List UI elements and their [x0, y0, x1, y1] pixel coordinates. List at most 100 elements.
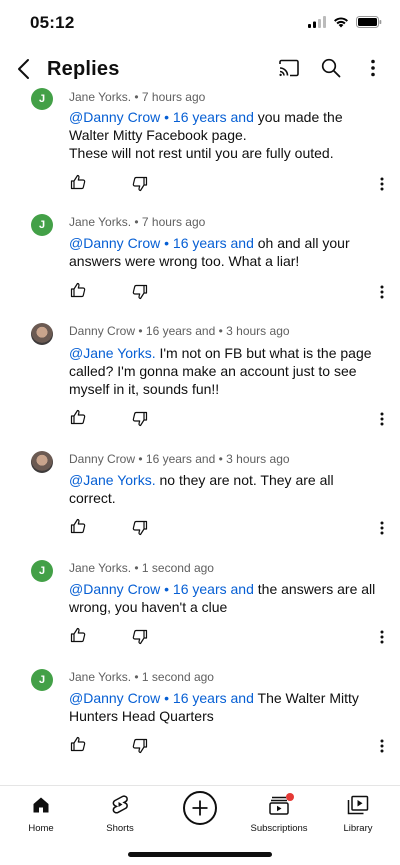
nav-shorts-label: Shorts	[106, 823, 134, 834]
mention-link[interactable]: @Danny Crow • 16 years and	[69, 109, 254, 125]
avatar[interactable]: J	[31, 88, 53, 110]
like-icon	[70, 518, 86, 534]
status-bar: 05:12	[0, 0, 400, 46]
comment-age: 7 hours ago	[141, 215, 206, 229]
dislike-icon	[132, 411, 148, 427]
more-vert-icon	[380, 630, 384, 644]
comment-meta: Jane Yorks. • 1 second ago	[69, 561, 214, 575]
comment-text: @Danny Crow • 16 years and oh and all yo…	[69, 235, 350, 269]
signal-icon	[308, 15, 326, 33]
more-vert-icon	[380, 177, 384, 191]
nav-subscriptions-label: Subscriptions	[250, 823, 308, 834]
avatar[interactable]: J	[31, 560, 53, 582]
comment-meta: Jane Yorks. • 7 hours ago	[69, 90, 206, 104]
avatar[interactable]	[31, 323, 53, 345]
comment-text: @Danny Crow • 16 years and you made the …	[69, 109, 343, 161]
dislike-icon	[132, 284, 148, 300]
replies-list: J Jane Yorks. • 7 hours ago @Danny Crow …	[0, 88, 400, 780]
comment-age: 7 hours ago	[141, 90, 206, 104]
mention-link[interactable]: @Jane Yorks.	[69, 345, 156, 361]
comment-author[interactable]: Jane Yorks.	[69, 215, 131, 229]
comment-author[interactable]: Danny Crow • 16 years and	[69, 452, 215, 466]
comment-text: @Danny Crow • 16 years and the answers a…	[69, 581, 376, 615]
comment-age: 3 hours ago	[226, 324, 290, 338]
cast-button[interactable]	[276, 55, 302, 81]
like-icon	[70, 174, 86, 190]
dislike-icon	[132, 629, 148, 645]
nav-home-label: Home	[28, 823, 54, 834]
mention-link[interactable]: @Danny Crow • 16 years and	[69, 581, 254, 597]
comment-author[interactable]: Jane Yorks.	[69, 90, 131, 104]
search-button[interactable]	[318, 55, 344, 81]
back-button[interactable]	[10, 55, 36, 83]
more-vert-icon	[380, 412, 384, 426]
avatar[interactable]: J	[31, 669, 53, 691]
more-vert-icon	[380, 521, 384, 535]
create-button[interactable]	[183, 791, 217, 825]
comment-author[interactable]: Jane Yorks.	[69, 561, 131, 575]
comment-more-button[interactable]	[375, 174, 389, 194]
dislike-button[interactable]	[130, 518, 150, 538]
dislike-icon	[132, 176, 148, 192]
comment-more-button[interactable]	[375, 282, 389, 302]
dislike-button[interactable]	[130, 282, 150, 302]
comment-meta: Danny Crow • 16 years and • 3 hours ago	[69, 324, 290, 338]
more-vert-icon	[380, 285, 384, 299]
mention-link[interactable]: @Jane Yorks.	[69, 472, 156, 488]
more-options-button[interactable]	[360, 55, 386, 81]
mention-link[interactable]: @Danny Crow • 16 years and	[69, 235, 254, 251]
dislike-button[interactable]	[130, 174, 150, 194]
battery-icon	[356, 15, 382, 33]
comment-age: 1 second ago	[141, 561, 214, 575]
subscriptions-icon	[267, 792, 294, 818]
avatar[interactable]	[31, 451, 53, 473]
status-time: 05:12	[30, 13, 75, 32]
comment-age: 1 second ago	[141, 670, 214, 684]
comment-more-button[interactable]	[375, 409, 389, 429]
nav-shorts[interactable]: Shorts	[80, 792, 160, 834]
like-icon	[70, 736, 86, 752]
like-button[interactable]	[68, 625, 88, 645]
dislike-button[interactable]	[130, 627, 150, 647]
comment-more-button[interactable]	[375, 736, 389, 756]
like-icon	[70, 282, 86, 298]
nav-home[interactable]: Home	[1, 792, 81, 834]
notification-dot	[286, 793, 294, 801]
comment-meta: Jane Yorks. • 1 second ago	[69, 670, 214, 684]
more-vert-icon	[380, 739, 384, 753]
home-icon	[29, 792, 53, 818]
dislike-icon	[132, 520, 148, 536]
header: Replies	[0, 46, 400, 92]
mention-link[interactable]: @Danny Crow • 16 years and	[69, 690, 254, 706]
back-arrow-icon	[18, 59, 29, 79]
comment-text: @Danny Crow • 16 years and The Walter Mi…	[69, 690, 359, 724]
search-icon	[321, 58, 341, 78]
nav-subscriptions[interactable]: Subscriptions	[239, 792, 319, 834]
avatar[interactable]: J	[31, 214, 53, 236]
comment-meta: Danny Crow • 16 years and • 3 hours ago	[69, 452, 290, 466]
like-button[interactable]	[68, 172, 88, 192]
more-vert-icon	[371, 59, 375, 77]
like-button[interactable]	[68, 734, 88, 754]
like-button[interactable]	[68, 516, 88, 536]
comment-age: 3 hours ago	[226, 452, 290, 466]
comment-more-button[interactable]	[375, 627, 389, 647]
dislike-button[interactable]	[130, 736, 150, 756]
wifi-icon	[333, 15, 349, 33]
home-indicator	[128, 852, 272, 857]
shorts-icon	[108, 792, 132, 818]
page-title: Replies	[47, 58, 120, 80]
comment-more-button[interactable]	[375, 518, 389, 538]
nav-library[interactable]: Library	[318, 792, 398, 834]
comment-text: @Jane Yorks. no they are not. They are a…	[69, 472, 334, 506]
nav-library-label: Library	[343, 823, 373, 834]
like-icon	[70, 409, 86, 425]
like-icon	[70, 627, 86, 643]
dislike-button[interactable]	[130, 409, 150, 429]
comment-author[interactable]: Danny Crow • 16 years and	[69, 324, 215, 338]
like-button[interactable]	[68, 280, 88, 300]
comment-meta: Jane Yorks. • 7 hours ago	[69, 215, 206, 229]
comment-author[interactable]: Jane Yorks.	[69, 670, 131, 684]
library-icon	[346, 792, 370, 818]
like-button[interactable]	[68, 407, 88, 427]
